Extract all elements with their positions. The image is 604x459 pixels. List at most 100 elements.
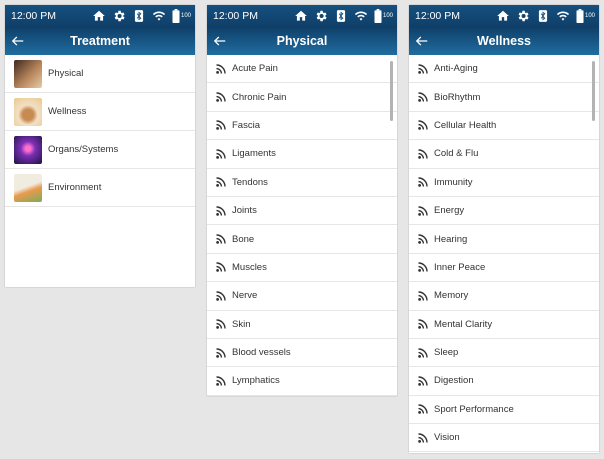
list-item[interactable]: Inner Peace bbox=[409, 254, 599, 283]
status-time: 12:00 PM bbox=[415, 10, 460, 22]
wifi-icon bbox=[556, 11, 570, 21]
rss-icon bbox=[216, 376, 226, 386]
list-item[interactable]: Sport Performance bbox=[409, 396, 599, 425]
treatment-list: Physical Wellness Organs/Systems Environ… bbox=[5, 55, 195, 207]
list-item-label: Immunity bbox=[434, 176, 473, 188]
list-item-label: Joints bbox=[232, 205, 257, 217]
wifi-icon bbox=[152, 11, 166, 21]
list-item-label: Chronic Pain bbox=[232, 91, 287, 103]
gear-icon[interactable] bbox=[314, 9, 328, 23]
battery-icon bbox=[576, 9, 584, 23]
rss-icon bbox=[418, 291, 428, 301]
list-item[interactable]: Lymphatics bbox=[207, 367, 397, 396]
rss-icon bbox=[216, 177, 226, 188]
rss-icon bbox=[418, 149, 428, 159]
wellness-list: Anti-Aging BioRhythm Cellular Health Cold &… bbox=[409, 55, 599, 453]
gear-icon[interactable] bbox=[112, 9, 126, 23]
page-title: Physical bbox=[276, 34, 328, 48]
scrollbar[interactable] bbox=[592, 61, 595, 121]
home-icon bbox=[497, 10, 509, 21]
gear-icon[interactable] bbox=[516, 9, 530, 23]
rss-icon bbox=[216, 319, 226, 330]
back-arrow-icon[interactable] bbox=[213, 34, 227, 48]
treatment-screen: 12:00 PM 100 Treatment Physical Wellness… bbox=[5, 5, 195, 287]
list-item-label: Lymphatics bbox=[232, 375, 280, 387]
rss-icon bbox=[216, 63, 226, 74]
rss-icon bbox=[216, 262, 226, 273]
list-item[interactable]: Acute Pain bbox=[207, 55, 397, 84]
list-item-label: Cold & Flu bbox=[434, 148, 479, 160]
title-bar: Wellness bbox=[409, 27, 599, 55]
battery-level: 100 bbox=[584, 13, 595, 19]
list-item-label: Organs/Systems bbox=[48, 144, 119, 155]
list-item[interactable]: Memory bbox=[409, 282, 599, 311]
back-arrow-icon[interactable] bbox=[415, 34, 429, 48]
list-item[interactable]: Anti-Aging bbox=[409, 55, 599, 84]
status-bar: 12:00 PM 100 bbox=[207, 5, 397, 27]
rss-icon bbox=[216, 92, 226, 102]
wellness-thumb bbox=[14, 97, 42, 126]
page-title: Wellness bbox=[477, 34, 531, 48]
list-item[interactable]: Hearing bbox=[409, 225, 599, 254]
list-item-environment[interactable]: Environment bbox=[5, 169, 195, 207]
bluetooth-icon[interactable] bbox=[536, 9, 550, 23]
title-bar: Physical bbox=[207, 27, 397, 55]
bluetooth-icon[interactable] bbox=[132, 9, 146, 23]
battery-level: 100 bbox=[382, 13, 393, 19]
list-item-label: BioRhythm bbox=[434, 91, 481, 103]
list-item[interactable]: Muscles bbox=[207, 254, 397, 283]
rss-icon bbox=[418, 404, 428, 415]
list-item[interactable]: Blood vessels bbox=[207, 339, 397, 368]
home-icon bbox=[93, 10, 105, 21]
list-item-label: Memory bbox=[434, 290, 469, 302]
list-item[interactable]: Fascia bbox=[207, 112, 397, 141]
list-item-label: Muscles bbox=[232, 261, 267, 273]
page-title: Treatment bbox=[70, 34, 130, 48]
list-item-label: Digestion bbox=[434, 375, 474, 387]
list-item[interactable]: Bone bbox=[207, 225, 397, 254]
rss-icon bbox=[216, 205, 226, 216]
list-item-label: Mental Clarity bbox=[434, 318, 493, 330]
bluetooth-icon[interactable] bbox=[334, 9, 348, 23]
list-item[interactable]: Skin bbox=[207, 311, 397, 339]
list-item-label: Bone bbox=[232, 233, 255, 245]
title-bar: Treatment bbox=[5, 27, 195, 55]
list-item-label: Ligaments bbox=[232, 148, 276, 160]
scrollbar[interactable] bbox=[390, 61, 393, 121]
rss-icon bbox=[216, 120, 226, 131]
list-item[interactable]: Joints bbox=[207, 197, 397, 226]
rss-icon bbox=[216, 347, 226, 358]
list-item[interactable]: Cellular Health bbox=[409, 112, 599, 141]
rss-icon bbox=[418, 205, 428, 216]
list-item[interactable]: Vision bbox=[409, 424, 599, 453]
wellness-screen: 12:00 PM 100 Wellness Anti-Aging BioRhyth… bbox=[409, 5, 599, 453]
list-item-physical[interactable]: Physical bbox=[5, 55, 195, 93]
list-item[interactable]: Tendons bbox=[207, 169, 397, 197]
list-item[interactable]: Cold & Flu bbox=[409, 140, 599, 169]
list-item-label: Wellness bbox=[48, 106, 87, 117]
list-item-label: Blood vessels bbox=[232, 347, 291, 359]
list-item-organs-systems[interactable]: Organs/Systems bbox=[5, 131, 195, 169]
list-item[interactable]: BioRhythm bbox=[409, 83, 599, 112]
list-item[interactable]: Sleep bbox=[409, 339, 599, 368]
list-item-label: Sport Performance bbox=[434, 403, 514, 415]
list-item-wellness[interactable]: Wellness bbox=[5, 93, 195, 131]
list-item-label: Environment bbox=[48, 182, 102, 193]
home-icon bbox=[295, 10, 307, 21]
organs-thumb bbox=[14, 135, 42, 164]
rss-icon bbox=[418, 177, 428, 188]
back-arrow-icon[interactable] bbox=[11, 34, 25, 48]
list-item-label: Cellular Health bbox=[434, 119, 497, 131]
list-item-label: Physical bbox=[48, 68, 84, 79]
physical-list: Acute Pain Chronic Pain Fascia Ligaments Ten… bbox=[207, 55, 397, 396]
list-item-label: Sleep bbox=[434, 347, 459, 359]
list-item[interactable]: Ligaments bbox=[207, 140, 397, 169]
rss-icon bbox=[418, 376, 428, 386]
list-item[interactable]: Digestion bbox=[409, 367, 599, 396]
list-item[interactable]: Mental Clarity bbox=[409, 311, 599, 339]
list-item[interactable]: Immunity bbox=[409, 169, 599, 197]
list-item[interactable]: Chronic Pain bbox=[207, 83, 397, 112]
list-item[interactable]: Energy bbox=[409, 197, 599, 226]
list-item[interactable]: Nerve bbox=[207, 282, 397, 311]
status-bar: 12:00 PM 100 bbox=[409, 5, 599, 27]
